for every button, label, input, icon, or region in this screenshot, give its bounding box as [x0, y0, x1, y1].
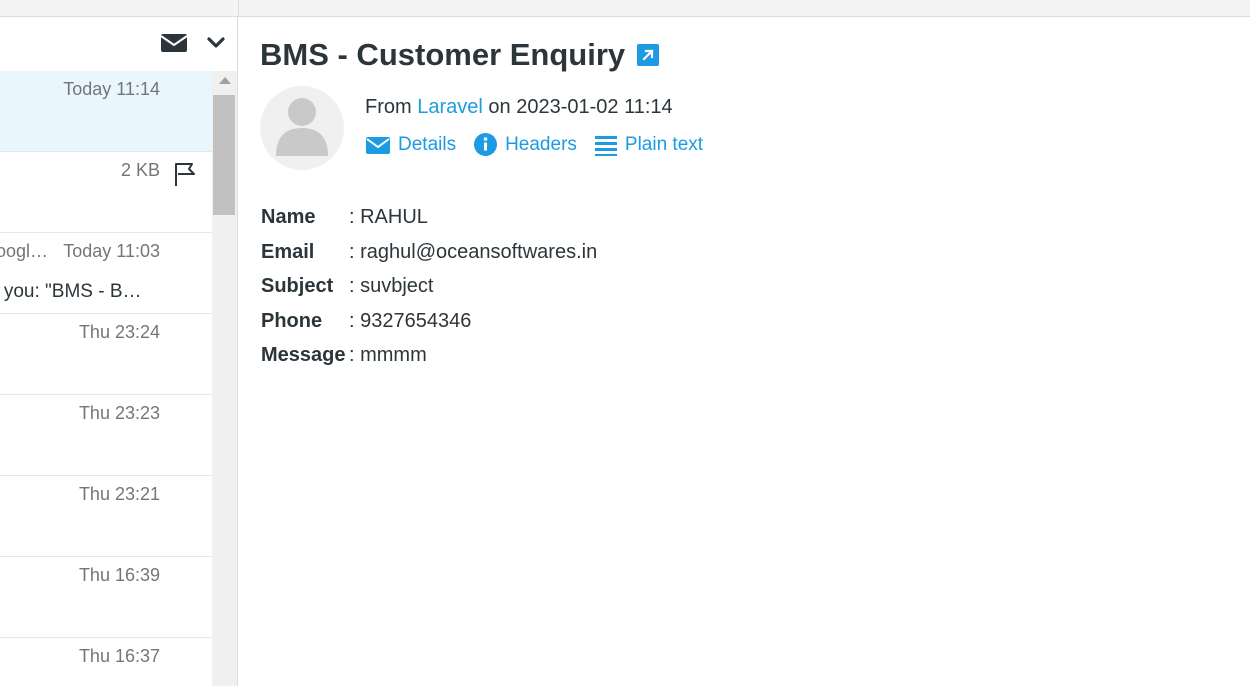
open-external-icon[interactable]: [637, 44, 660, 66]
list-scrollbar[interactable]: [212, 71, 237, 686]
headers-link[interactable]: Headers: [474, 133, 577, 156]
info-icon: [474, 133, 498, 156]
message-date: Today 11:14: [63, 79, 160, 99]
message-date: Today 11:03: [63, 241, 160, 261]
field-label: Phone: [261, 309, 323, 332]
details-link[interactable]: Details: [366, 134, 456, 156]
list-item[interactable]: oogl… Today 11:03 n you: "BMS - B…: [0, 233, 212, 314]
field-subject: Subject : suvbject: [261, 275, 597, 310]
list-item[interactable]: Thu 23:21: [0, 476, 212, 557]
message-subject: n you: "BMS - B…: [0, 281, 142, 302]
field-label: Message: [261, 344, 346, 367]
field-label: Subject: [261, 275, 334, 298]
from-prefix: From: [365, 96, 412, 118]
scrollbar-thumb[interactable]: [213, 95, 235, 215]
field-name: Name : RAHUL: [261, 206, 597, 241]
message-header: BMS - Customer Enquiry: [260, 37, 660, 73]
message-date: Thu 23:23: [78, 403, 160, 423]
message-rows: Today 11:14 2 KB oogl… Today 11:03 n you…: [0, 71, 212, 686]
mark-read-envelope-icon[interactable]: [160, 33, 188, 53]
field-phone: Phone : 9327654346: [261, 310, 597, 345]
field-label: Name: [261, 206, 316, 228]
from-line: From Laravel on 2023-01-02 11:14: [365, 96, 673, 119]
message-title: BMS - Customer Enquiry: [260, 37, 626, 72]
headers-label: Headers: [505, 133, 577, 155]
field-value: : RAHUL: [349, 206, 428, 228]
field-value: : raghul@oceansoftwares.in: [349, 240, 598, 263]
message-date: Thu 23:24: [78, 322, 160, 342]
flag-icon[interactable]: [172, 160, 200, 188]
message-date: Thu 23:21: [78, 484, 160, 504]
scroll-up-arrow-icon[interactable]: [219, 77, 231, 84]
list-item[interactable]: 2 KB: [0, 152, 212, 233]
top-strip: [0, 0, 1250, 17]
field-email: Email : raghul@oceansoftwares.in: [261, 241, 597, 276]
envelope-icon: [366, 136, 390, 154]
list-item[interactable]: Today 11:14: [0, 71, 212, 152]
list-lines-icon: [594, 135, 617, 156]
message-sender: oogl…: [0, 241, 49, 261]
plain-text-link[interactable]: Plain text: [594, 133, 704, 156]
list-item[interactable]: Thu 23:24: [0, 314, 212, 395]
avatar: [260, 86, 344, 170]
field-value: : 9327654346: [349, 309, 472, 332]
on-prefix: on: [488, 96, 511, 118]
top-divider: [238, 0, 239, 17]
message-view: BMS - Customer Enquiry From Laravel on 2…: [239, 17, 1250, 686]
details-label: Details: [398, 133, 457, 155]
field-message: Message : mmmm: [261, 344, 597, 379]
list-item[interactable]: Thu 16:37: [0, 638, 212, 686]
message-date: Thu 16:37: [78, 646, 160, 666]
list-item[interactable]: Thu 23:23: [0, 395, 212, 476]
field-label: Email: [261, 240, 315, 263]
message-body: Name : RAHUL Email : raghul@oceansoftwar…: [261, 206, 597, 379]
header-links: Details Headers Plain text: [366, 133, 721, 156]
message-date: Thu 16:39: [78, 565, 160, 585]
message-list-panel: Today 11:14 2 KB oogl… Today 11:03 n you…: [0, 17, 238, 686]
list-item[interactable]: Thu 16:39 y: [0, 557, 212, 638]
sender-link[interactable]: Laravel: [417, 96, 483, 118]
field-value: : mmmm: [349, 344, 427, 367]
field-value: : suvbject: [349, 275, 434, 298]
message-date: 2023-01-02 11:14: [516, 96, 673, 118]
list-toolbar: [0, 17, 237, 71]
plain-text-label: Plain text: [624, 133, 704, 155]
message-size: 2 KB: [120, 160, 160, 180]
chevron-down-icon[interactable]: [205, 33, 227, 53]
